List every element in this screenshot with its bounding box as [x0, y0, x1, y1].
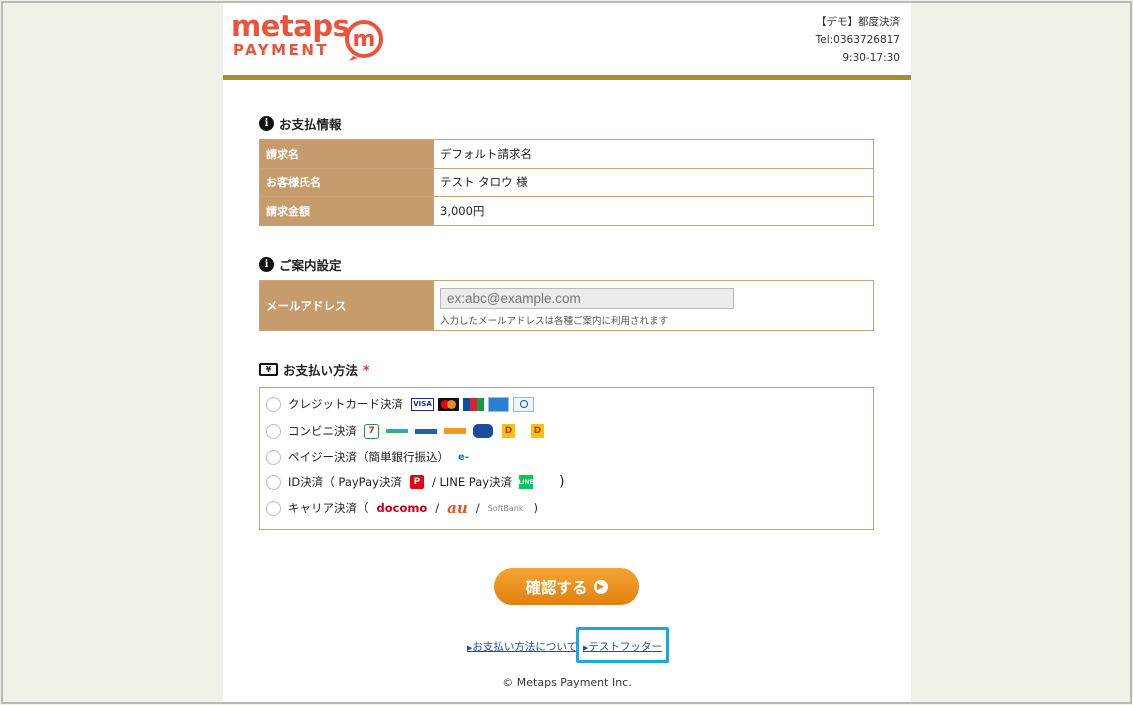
method-id-payment[interactable]: ID決済（ PayPay決済 P / LINE Pay決済 LINE ) [266, 472, 565, 492]
payment-methods-title: ¥ お支払い方法 * [259, 360, 370, 379]
contact-tel: Tel:0363726817 [815, 34, 900, 46]
carrier-separator-2: / [475, 501, 480, 515]
carrier-separator-1: / [435, 501, 440, 515]
radio-convenience-store[interactable] [266, 423, 281, 439]
table-row: お客様氏名 テスト タロウ 様 [259, 167, 874, 197]
payment-methods-title-text: お支払い方法 [283, 363, 359, 378]
table-row: 請求名 デフォルト請求名 [259, 139, 874, 169]
au-logo: au [447, 499, 468, 517]
metaps-payment-logo: metaps PAYMENT m [231, 11, 391, 61]
customer-name-label: お客様氏名 [259, 167, 434, 197]
method-convenience-store-label: コンビニ決済 [288, 424, 357, 438]
line-pay-label: / LINE Pay決済 [431, 475, 513, 489]
method-credit-card-label: クレジットカード決済 [288, 397, 403, 411]
customer-name-value: テスト タロウ 様 [433, 167, 874, 197]
method-credit-card[interactable]: クレジットカード決済 VISA [266, 394, 534, 414]
method-payeasy[interactable]: ペイジー決済（簡単銀行振込） e- [266, 447, 474, 467]
diners-icon [513, 396, 534, 412]
notice-title: i ご案内設定 [259, 255, 342, 274]
payment-info-title-text: お支払情報 [279, 117, 342, 132]
billing-name-value: デフォルト請求名 [433, 139, 874, 169]
header: metaps PAYMENT m 【デモ】都度決済 Tel:0363726817… [223, 3, 911, 80]
radio-payeasy[interactable] [266, 449, 281, 465]
confirm-button[interactable]: 確認する ▶ [494, 568, 639, 605]
logo-text-top: metaps [231, 9, 350, 43]
table-row: 請求金額 3,000円 [259, 196, 874, 226]
contact-hours: 9:30-17:30 [842, 52, 900, 64]
payment-info-title: i お支払情報 [259, 114, 342, 133]
highlight-box [576, 627, 669, 663]
info-icon: i [259, 116, 274, 131]
docomo-logo: docomo [376, 501, 428, 515]
lawson-icon [415, 428, 437, 434]
email-field[interactable] [440, 288, 734, 309]
required-mark: * [363, 362, 370, 377]
visa-icon: VISA [411, 397, 434, 411]
radio-credit-card[interactable] [266, 396, 281, 412]
softbank-logo: SoftBank [487, 503, 524, 513]
paypay-icon: P [409, 475, 424, 489]
seven-eleven-icon: 7 [364, 423, 379, 439]
id-payment-close: ) [559, 474, 565, 490]
amex-icon [488, 396, 509, 412]
ministop-icon [444, 428, 466, 434]
radio-carrier[interactable] [266, 500, 281, 516]
familymart-icon [386, 429, 408, 433]
jcb-icon [463, 397, 484, 411]
method-convenience-store[interactable]: コンビニ決済 7 D D [266, 421, 544, 441]
email-label: メールアドレス [260, 281, 434, 330]
mastercard-icon [438, 397, 459, 411]
contact-title: 【デモ】都度決済 [816, 16, 900, 28]
amount-label: 請求金額 [259, 196, 434, 226]
line-pay-icon: LINE [518, 475, 534, 489]
email-row: メールアドレス 入力したメールアドレスは各種ご案内に利用されます [259, 280, 874, 331]
email-note: 入力したメールアドレスは各種ご案内に利用されます [440, 316, 669, 327]
carrier-close: ) [533, 501, 539, 515]
logo-m-icon: m [345, 20, 383, 61]
logo-m-letter: m [353, 27, 376, 52]
payment-method-list: クレジットカード決済 VISA コンビニ決済 7 D D ペイジー決済（簡単銀行… [259, 387, 874, 530]
seicomart-icon [473, 424, 493, 438]
method-carrier-label: キャリア決済（ [288, 501, 369, 515]
method-payeasy-label: ペイジー決済（簡単銀行振込） [288, 450, 449, 464]
billing-name-label: 請求名 [259, 139, 434, 169]
radio-id-payment[interactable] [266, 474, 281, 490]
copyright: © Metaps Payment Inc. [502, 676, 632, 689]
daily-yamazaki-icon: D [502, 424, 515, 438]
arrow-right-icon: ▶ [593, 579, 608, 594]
confirm-button-label: 確認する [525, 578, 588, 597]
info-icon: i [259, 257, 274, 272]
payment-info-table: 請求名 デフォルト請求名 お客様氏名 テスト タロウ 様 請求金額 3,000円 [259, 139, 874, 226]
money-icon: ¥ [259, 363, 278, 376]
method-carrier[interactable]: キャリア決済（ docomo / au / SoftBank ) [266, 498, 538, 518]
contact-info: 【デモ】都度決済 Tel:0363726817 9:30-17:30 [816, 13, 900, 67]
logo-text-bottom: PAYMENT [233, 41, 330, 59]
amount-value: 3,000円 [433, 196, 874, 226]
method-id-payment-label: ID決済（ PayPay決済 [288, 475, 402, 489]
header-divider [223, 75, 911, 80]
payment-page: metaps PAYMENT m 【デモ】都度決済 Tel:0363726817… [223, 3, 911, 703]
payment-methods-link[interactable]: ▶お支払い方法について [467, 639, 577, 654]
notice-title-text: ご案内設定 [279, 258, 342, 273]
payment-methods-link-text: お支払い方法について [472, 641, 578, 653]
yamazaki-icon: D [531, 424, 544, 438]
payeasy-icon: e- [458, 451, 469, 463]
